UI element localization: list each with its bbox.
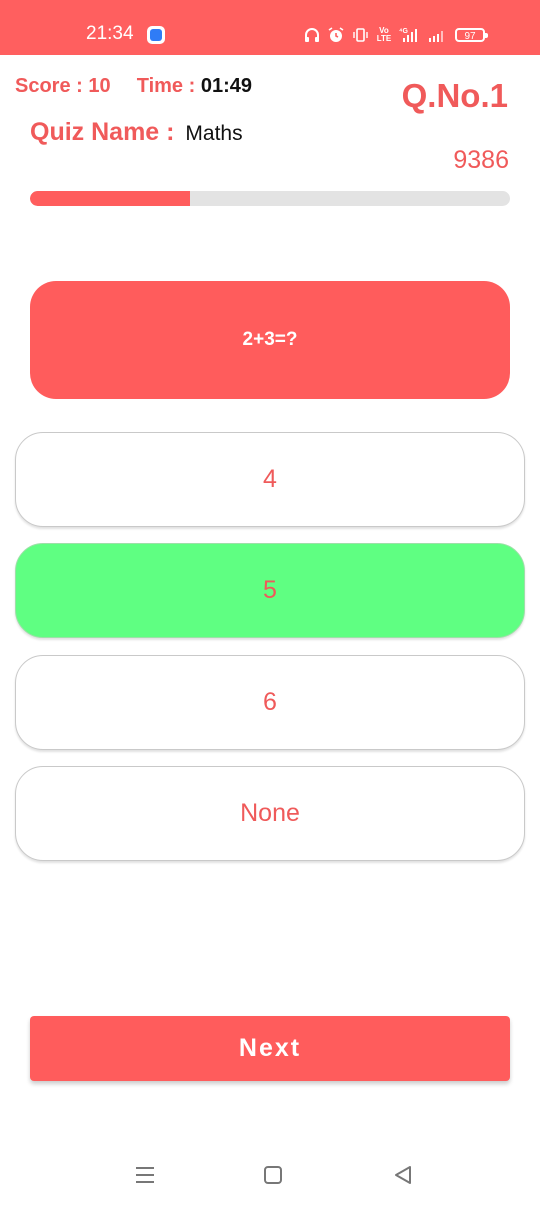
quiz-name-label: Quiz Name : — [30, 118, 182, 146]
progress-fill — [30, 191, 190, 206]
app-notification-icon — [147, 26, 165, 44]
score-value: 10 — [88, 75, 111, 97]
4g-signal-icon: ⁴G — [399, 26, 421, 44]
signal-icon — [427, 26, 447, 44]
battery-icon: 97 — [455, 28, 488, 42]
quiz-name-line: Quiz Name : Maths — [30, 118, 243, 147]
time-value: 01:49 — [200, 75, 252, 97]
option-button[interactable]: 5 — [15, 543, 525, 638]
option-label: None — [240, 799, 300, 827]
navigation-bar — [0, 1140, 540, 1206]
option-label: 6 — [263, 688, 277, 716]
quiz-name-value: Maths — [185, 122, 243, 145]
svg-text:⁴G: ⁴G — [399, 28, 408, 35]
option-button[interactable]: 6 — [15, 655, 525, 750]
question-text: 2+3=? — [242, 329, 298, 350]
headphones-icon — [303, 26, 321, 44]
volte-icon: Vo LTE — [376, 26, 392, 43]
question-number: Q.No.1 — [401, 77, 508, 114]
score-label: Score : — [15, 75, 89, 97]
back-icon[interactable] — [388, 1160, 418, 1190]
option-button[interactable]: None — [15, 766, 525, 861]
status-time: 21:34 — [86, 23, 134, 44]
status-bar: 21:34 Vo LTE ⁴G 97 — [0, 0, 540, 55]
time-label: Time : — [136, 75, 201, 97]
score-time-line: Score : 10 Time : 01:49 — [15, 73, 252, 99]
menu-icon[interactable] — [130, 1160, 160, 1190]
option-label: 4 — [263, 465, 277, 493]
question-card: 2+3=? — [30, 281, 510, 399]
question-id: 9386 — [453, 146, 509, 174]
status-icons: Vo LTE ⁴G 97 — [303, 24, 488, 46]
vibrate-icon — [351, 26, 369, 44]
option-button[interactable]: 4 — [15, 432, 525, 527]
home-icon[interactable] — [258, 1160, 288, 1190]
progress-bar — [30, 191, 510, 206]
option-label: 5 — [263, 576, 277, 604]
alarm-icon — [327, 26, 345, 44]
next-button[interactable]: Next — [30, 1016, 510, 1081]
